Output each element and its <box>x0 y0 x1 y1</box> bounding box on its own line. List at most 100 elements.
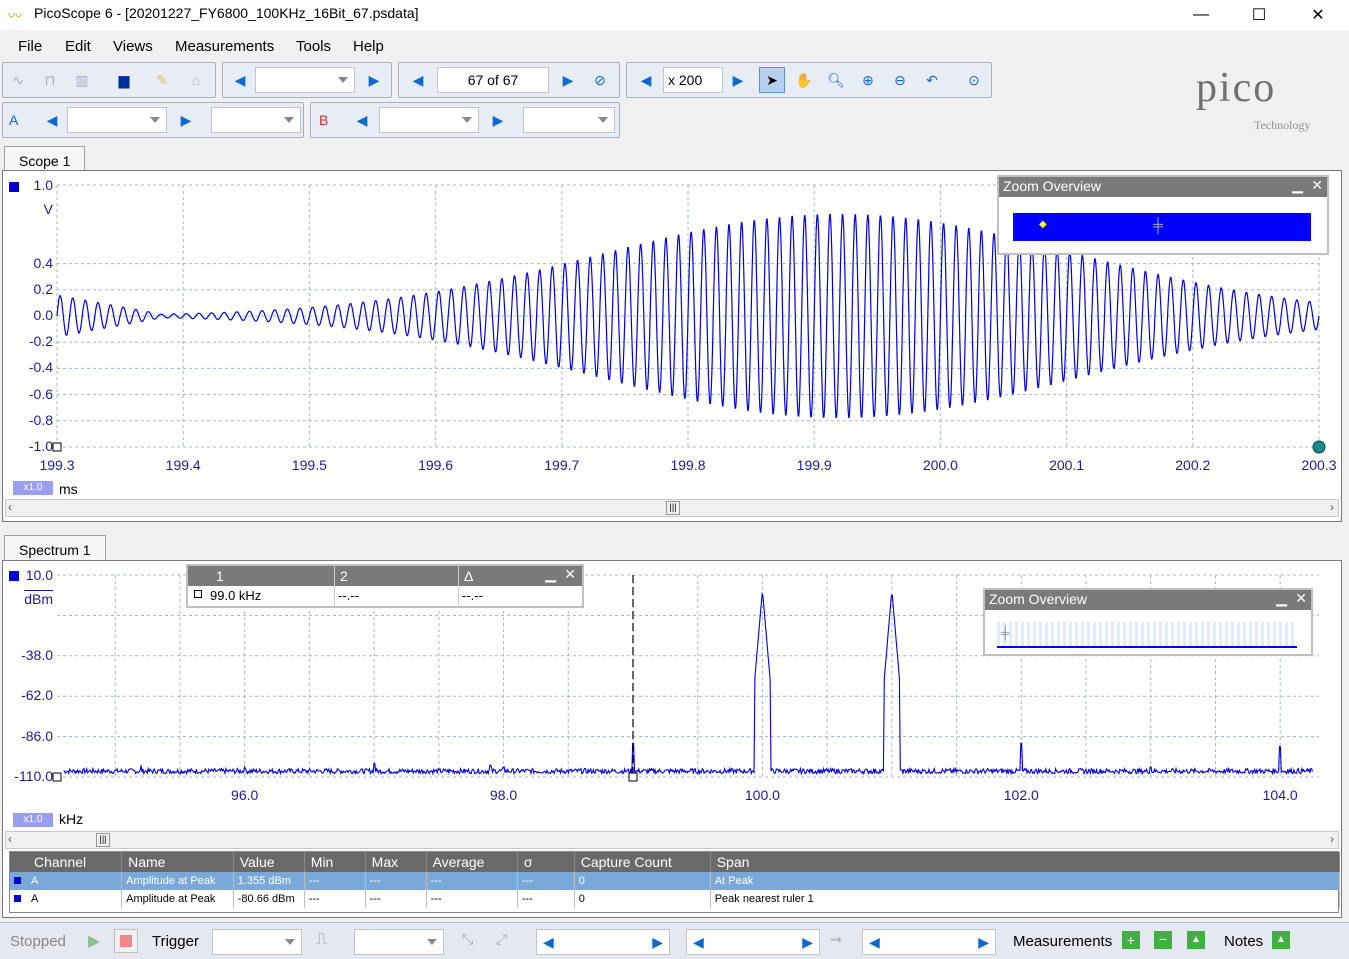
scope-scrollbar[interactable]: ‹ ||| › <box>5 499 1339 517</box>
zoom-to-fit-icon[interactable]: ⊙ <box>961 67 987 93</box>
menu-measurements[interactable]: Measurements <box>175 38 274 55</box>
pointer-tool-icon[interactable]: ➤ <box>759 67 785 93</box>
rising-edge-icon[interactable]: ⤡ <box>462 931 473 948</box>
zoom-out-icon[interactable]: ⊖ <box>887 67 913 93</box>
timebase-next-icon[interactable]: ▶ <box>361 67 387 93</box>
level-next-icon[interactable]: ▶ <box>652 934 663 951</box>
delay-prev-icon[interactable]: ◀ <box>869 934 880 951</box>
timebase-select[interactable] <box>255 67 355 93</box>
close-icon[interactable]: ✕ <box>564 566 576 583</box>
column-header[interactable]: Name <box>121 852 234 872</box>
zoom-in-icon[interactable]: ⊕ <box>855 67 881 93</box>
close-icon[interactable]: ✕ <box>1311 177 1323 194</box>
range-b-next-icon[interactable]: ▶ <box>485 107 511 133</box>
pretrig-prev-icon[interactable]: ◀ <box>693 934 704 951</box>
ruler-handle-icon[interactable] <box>52 442 62 452</box>
maximize-button[interactable]: ☐ <box>1230 0 1288 30</box>
table-cell: Amplitude at Peak <box>121 890 234 908</box>
level-prev-icon[interactable]: ◀ <box>543 934 554 951</box>
column-header[interactable]: Span <box>710 852 1341 872</box>
table-row[interactable]: A Amplitude at Peak 1.355 dBm --- --- --- --- 0… <box>10 872 1341 890</box>
trigger-marker-icon[interactable] <box>1312 440 1326 454</box>
scope-mode-icon[interactable]: ∿ <box>5 67 31 93</box>
range-b-prev-icon[interactable]: ◀ <box>349 107 375 133</box>
hand-tool-icon[interactable]: ✋ <box>791 67 817 93</box>
channel-a-button[interactable]: A <box>9 112 18 128</box>
stop-button[interactable] <box>114 929 138 953</box>
tab-scope[interactable]: Scope 1 <box>4 146 86 172</box>
column-header[interactable]: Average <box>426 852 518 872</box>
buffer-prev-icon[interactable]: ◀ <box>405 67 431 93</box>
timebase-prev-icon[interactable]: ◀ <box>227 67 253 93</box>
probe-icon[interactable]: ✎ <box>149 67 175 93</box>
menu-edit[interactable]: Edit <box>65 38 91 55</box>
delay-field[interactable]: ◀ ▶ <box>862 929 996 955</box>
close-button[interactable]: ✕ <box>1289 0 1347 30</box>
menu-file[interactable]: File <box>18 38 42 55</box>
coupling-a-select[interactable] <box>211 107 301 133</box>
spectrum-mode-icon[interactable]: ▆ <box>111 67 137 93</box>
ruler-legend[interactable]: 1 2 Δ ▁ ✕ 99.0 kHz --.-- --.-- <box>186 564 584 608</box>
table-row[interactable]: A Amplitude at Peak -80.66 dBm --- --- --- ---… <box>10 890 1341 908</box>
zoom-field[interactable]: x 200 <box>663 67 723 93</box>
buffer-next-icon[interactable]: ▶ <box>555 67 581 93</box>
zoom-overview-region[interactable]: ◆ ╪ <box>1013 213 1311 241</box>
minimize-icon[interactable]: ▁ <box>545 566 556 583</box>
minimize-icon[interactable]: ▁ <box>1276 590 1287 607</box>
column-header[interactable]: Value <box>233 852 305 872</box>
home-icon[interactable]: ⌂ <box>183 67 209 93</box>
pretrig-next-icon[interactable]: ▶ <box>802 934 813 951</box>
trigger-type-select[interactable] <box>354 929 444 955</box>
range-a-next-icon[interactable]: ▶ <box>173 107 199 133</box>
coupling-b-select[interactable] <box>523 107 615 133</box>
pre-trigger-field[interactable]: ◀ ▶ <box>686 929 820 955</box>
tab-spectrum[interactable]: Spectrum 1 <box>4 535 106 561</box>
column-header[interactable]: Min <box>304 852 366 872</box>
column-header[interactable]: Channel <box>10 852 123 872</box>
ruler-handle-icon[interactable] <box>628 772 638 782</box>
zoom-overview-region[interactable]: ╪ <box>997 622 1297 648</box>
start-icon[interactable]: ▶ <box>88 931 100 951</box>
spectrum-x-badge[interactable]: x1.0 <box>13 813 53 827</box>
channel-b-button[interactable]: B <box>319 112 328 128</box>
remove-measurement-icon[interactable]: − <box>1154 931 1172 949</box>
undo-zoom-icon[interactable]: ↶ <box>919 67 945 93</box>
range-a-select[interactable] <box>67 107 167 133</box>
scroll-left-icon[interactable]: ‹ <box>8 832 12 846</box>
notes-icon[interactable]: ▲ <box>1272 931 1290 949</box>
minimize-button[interactable]: — <box>1172 0 1230 30</box>
column-header[interactable]: Capture Count <box>574 852 711 872</box>
ruler-handle-icon[interactable] <box>52 772 62 782</box>
scroll-right-icon[interactable]: › <box>1330 832 1334 846</box>
trigger-edge-icon[interactable]: ⎍ <box>316 931 327 949</box>
falling-edge-icon[interactable]: ⤢ <box>496 931 507 948</box>
xy-mode-icon[interactable]: ▥ <box>69 67 95 93</box>
scroll-right-icon[interactable]: › <box>1330 500 1334 514</box>
persistence-mode-icon[interactable]: ⊓ <box>37 67 63 93</box>
scroll-thumb[interactable]: ||| <box>96 833 110 847</box>
range-b-select[interactable] <box>379 107 479 133</box>
minimize-icon[interactable]: ▁ <box>1292 177 1303 194</box>
close-icon[interactable]: ✕ <box>1295 590 1307 607</box>
menu-tools[interactable]: Tools <box>296 38 331 55</box>
post-trigger-icon[interactable]: ⇝ <box>830 931 842 948</box>
add-measurement-icon[interactable]: + <box>1122 931 1140 949</box>
buffer-navigator-icon[interactable]: ⊘ <box>587 67 613 93</box>
spectrum-scrollbar[interactable]: ‹ ||| › <box>5 831 1339 849</box>
column-header[interactable]: Max <box>365 852 427 872</box>
scroll-left-icon[interactable]: ‹ <box>8 500 12 514</box>
buffer-field[interactable]: 67 of 67 <box>437 67 549 93</box>
trigger-mode-select[interactable] <box>212 929 302 955</box>
range-a-prev-icon[interactable]: ◀ <box>39 107 65 133</box>
menu-help[interactable]: Help <box>353 38 384 55</box>
trigger-level-field[interactable]: ◀ ▶ <box>536 929 670 955</box>
scope-x-badge[interactable]: x1.0 <box>13 481 53 495</box>
edit-measurement-icon[interactable]: ▲ <box>1187 931 1205 949</box>
menu-views[interactable]: Views <box>113 38 153 55</box>
zoom-prev-icon[interactable]: ◀ <box>633 67 659 93</box>
zoom-next-icon[interactable]: ▶ <box>725 67 751 93</box>
scroll-thumb[interactable]: ||| <box>666 501 680 515</box>
delay-next-icon[interactable]: ▶ <box>978 934 989 951</box>
zoom-tool-icon[interactable]: 🔍︎ <box>823 67 849 93</box>
column-header[interactable]: σ <box>517 852 575 872</box>
